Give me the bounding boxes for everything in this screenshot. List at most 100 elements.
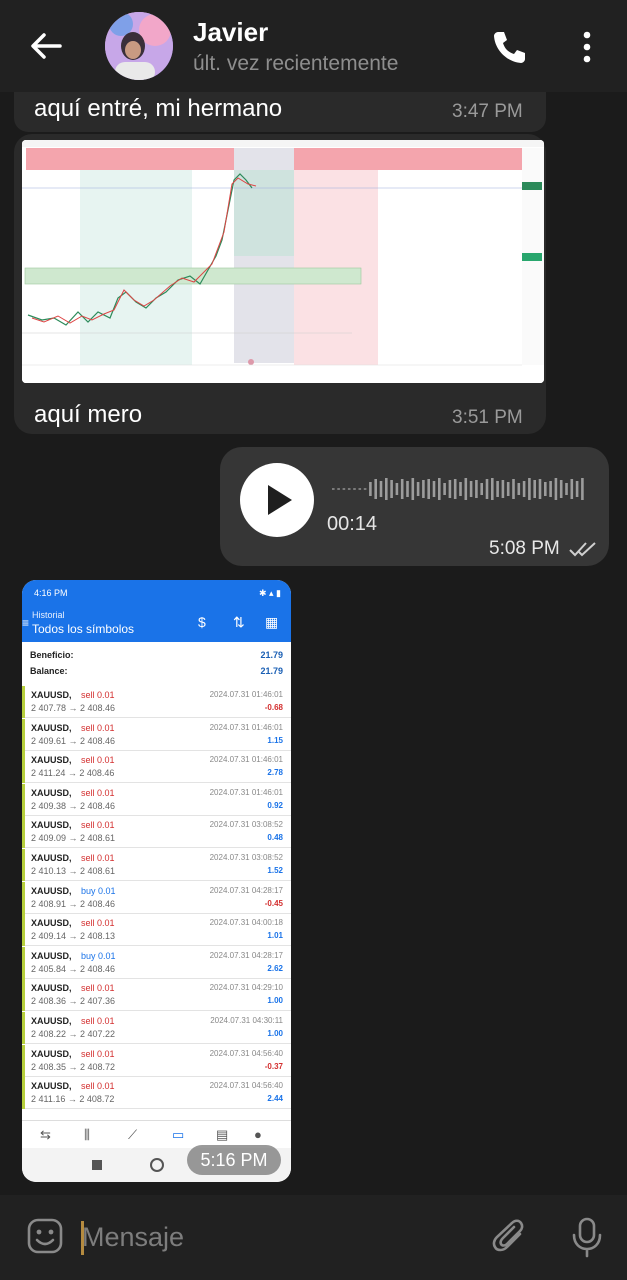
waveform-bar: [443, 483, 446, 495]
sort-icon: ⇅: [233, 614, 245, 630]
trade-symbol: XAUUSD,: [31, 1016, 72, 1026]
waveform-bar: [570, 479, 574, 499]
waveform-bar: [342, 488, 346, 490]
waveform-bar: [432, 481, 436, 497]
waveform-bar: [522, 481, 526, 497]
waveform-bar: [332, 488, 335, 490]
trade-date: 2024.07.31 03:08:52: [209, 853, 283, 862]
trade-marker: [22, 849, 25, 881]
attach-icon[interactable]: [492, 1218, 528, 1256]
waveform-bar: [390, 480, 393, 498]
trade-marker: [22, 783, 25, 816]
trade-price: 2 411.16 → 2 408.72: [31, 1094, 115, 1105]
trade-row: XAUUSD, sell 0.01 2 408.35 → 2 408.72 2024.…: [22, 1044, 291, 1077]
waveform-bar: [581, 478, 584, 500]
trade-row: XAUUSD, sell 0.01 2 411.24 → 2 408.46 2024.…: [22, 751, 291, 784]
trade-profit: 1.52: [267, 866, 283, 875]
trade-profit: 0.92: [267, 800, 283, 810]
waveform-bar: [453, 479, 457, 499]
play-button[interactable]: [240, 463, 314, 537]
trade-symbol: XAUUSD,: [31, 722, 72, 733]
message-text: aquí entré, mi hermano: [34, 95, 283, 122]
trade-symbol: XAUUSD,: [31, 950, 72, 961]
waveform-bar: [512, 479, 515, 499]
trade-price: 2 408.22 → 2 407.22: [31, 1029, 116, 1039]
waveform-bar: [353, 488, 356, 490]
waveform-bar: [411, 478, 415, 500]
trade-side: sell 0.01: [81, 755, 115, 766]
message-time: 3:47 PM: [452, 101, 523, 122]
trade-row: XAUUSD, sell 0.01 2 409.14 → 2 408.13 2024.…: [22, 914, 291, 947]
trade-date: 2024.07.31 01:46:01: [209, 690, 283, 699]
trade-symbol: XAUUSD,: [31, 1081, 72, 1092]
trade-price: 2 409.38 → 2 408.46: [31, 800, 116, 811]
trade-side: sell 0.01: [81, 722, 115, 733]
trade-row: XAUUSD, sell 0.01 2 409.09 → 2 408.61 2024.…: [22, 816, 291, 849]
trade-price: 2 411.24 → 2 408.46: [31, 768, 115, 779]
message-text: aquí mero: [34, 401, 143, 428]
trade-row: XAUUSD, sell 0.01 2 411.16 → 2 408.72 2024.…: [22, 1077, 291, 1110]
trade-symbol: XAUUSD,: [31, 690, 72, 700]
trade-side: sell 0.01: [81, 1048, 115, 1059]
waveform-bar: [400, 479, 404, 499]
waveform-bar: [575, 481, 579, 497]
trade-date: 2024.07.31 01:46:01: [209, 755, 283, 765]
microphone-icon[interactable]: [570, 1216, 604, 1258]
trade-symbol: XAUUSD,: [31, 853, 72, 863]
back-arrow-icon[interactable]: [28, 26, 64, 66]
trade-row: XAUUSD, sell 0.01 2 409.61 → 2 408.46 2024.…: [22, 718, 291, 751]
trade-side: sell 0.01: [81, 918, 115, 929]
waveform-bar: [464, 478, 468, 500]
emoji-icon[interactable]: [26, 1217, 64, 1255]
waveform-bar: [549, 481, 552, 497]
phone-call-icon[interactable]: [490, 28, 528, 66]
waveform-bar: [517, 483, 521, 495]
waveform-bar: [485, 479, 489, 499]
trade-side: buy 0.01: [81, 950, 116, 961]
trade-row: XAUUSD, sell 0.01 2 407.78 → 2 408.46 2024.…: [22, 686, 291, 718]
screen-subtitle: Historial: [32, 610, 65, 620]
trade-symbol: XAUUSD,: [31, 918, 72, 929]
trade-date: 2024.07.31 04:30:11: [210, 1016, 283, 1025]
waveform-bar: [416, 482, 420, 496]
message-input[interactable]: Mensaje: [82, 1222, 184, 1253]
chart-icon: ⫼: [84, 1127, 90, 1142]
news-icon: ▤: [216, 1127, 229, 1142]
trade-profit: 0.48: [267, 833, 283, 843]
trade-price: 2 408.91 → 2 408.46: [31, 898, 116, 909]
waveform-bar: [459, 482, 462, 496]
avatar[interactable]: [105, 12, 173, 80]
screenshot-image[interactable]: 4:16 PM ✱ ▴ ▮ ≡ Historial Todos los símb…: [22, 580, 291, 1182]
menu-icon: ≡: [22, 616, 30, 630]
waveform-bar: [363, 488, 367, 490]
trade-price: 2 410.13 → 2 408.61: [31, 866, 116, 876]
waveform-bar: [369, 482, 372, 496]
chat-header: Javier últ. vez recientemente: [0, 0, 627, 92]
waveform-bar: [565, 483, 568, 495]
trade-marker: [22, 751, 25, 784]
more-options-icon[interactable]: [576, 30, 598, 64]
trade-date: 2024.07.31 01:46:01: [209, 787, 283, 797]
waveform-bar: [347, 488, 351, 490]
read-receipt-icon: [569, 542, 596, 557]
quotes-icon: ⇆: [40, 1127, 51, 1142]
waveform-bar: [475, 480, 478, 498]
currency-icon: $: [198, 614, 206, 630]
trade-row: XAUUSD, sell 0.01 2 408.36 → 2 407.36 2024.…: [22, 979, 291, 1012]
calendar-icon: ▦: [265, 614, 279, 630]
trade-side: sell 0.01: [81, 853, 115, 863]
message-time: 5:16 PM: [187, 1145, 281, 1175]
message-time: 5:08 PM: [489, 538, 560, 559]
contact-name[interactable]: Javier: [193, 17, 268, 48]
trade-symbol: XAUUSD,: [31, 983, 72, 994]
voice-waveform[interactable]: [332, 474, 588, 504]
trade-profit: -0.68: [264, 703, 283, 712]
statusbar-time: 4:16 PM: [34, 588, 68, 598]
trading-chart-image[interactable]: [22, 140, 544, 383]
trade-marker: [22, 946, 25, 979]
waveform-bar: [438, 478, 441, 500]
waveform-bar: [427, 479, 430, 499]
waveform-bar: [385, 478, 388, 500]
waveform-bar: [337, 488, 340, 490]
history-icon: ▭: [172, 1127, 185, 1142]
